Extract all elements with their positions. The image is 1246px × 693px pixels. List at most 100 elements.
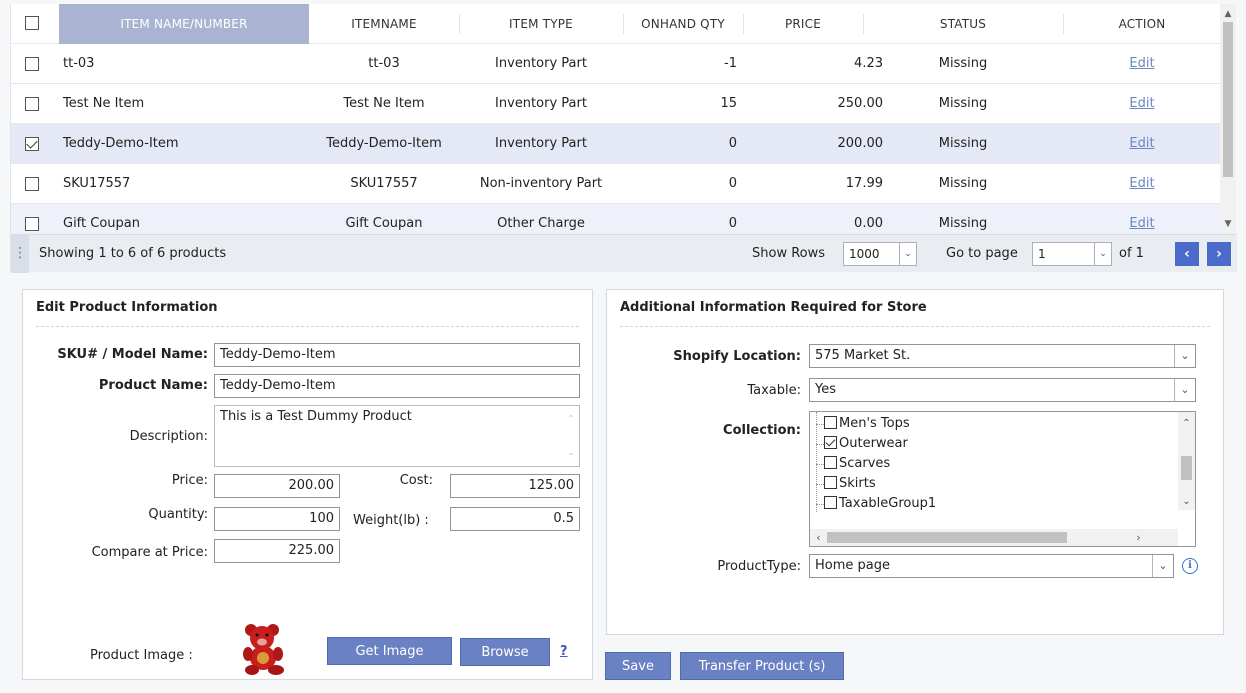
collection-checkbox[interactable] <box>824 416 837 429</box>
get-image-button[interactable]: Get Image <box>327 637 452 665</box>
collection-checkbox[interactable] <box>824 456 837 469</box>
show-rows-select[interactable]: 1000 ⌄ <box>843 242 917 266</box>
table-row[interactable]: Teddy-Demo-Item Teddy-Demo-Item Inventor… <box>11 124 1221 164</box>
scrollbar-thumb[interactable] <box>827 532 1067 543</box>
divider <box>36 326 579 327</box>
row-checkbox[interactable] <box>25 217 39 231</box>
cell-price: 250.00 <box>837 96 884 111</box>
scroll-left-icon[interactable]: ‹ <box>810 529 827 546</box>
compare-at-price-input[interactable]: 225.00 <box>214 539 340 563</box>
collection-item[interactable]: TaxableGroup1 <box>824 494 936 514</box>
sku-input[interactable]: Teddy-Demo-Item <box>214 343 580 367</box>
select-all-checkbox[interactable] <box>25 16 39 30</box>
next-page-button[interactable]: › <box>1207 242 1231 266</box>
textarea-scrollbar[interactable]: ⌃ ⌄ <box>563 406 579 466</box>
cell-status: Missing <box>938 176 988 191</box>
table-row[interactable]: Gift Coupan Gift Coupan Other Charge 0 0… <box>11 204 1221 234</box>
cell-price: 17.99 <box>845 176 883 191</box>
show-rows-label: Show Rows <box>752 246 826 261</box>
save-button[interactable]: Save <box>605 652 671 680</box>
edit-link[interactable]: Edit <box>1129 56 1154 71</box>
scroll-right-icon[interactable]: › <box>1130 529 1147 546</box>
collection-item[interactable]: Scarves <box>824 454 890 474</box>
table-row[interactable]: tt-03 tt-03 Inventory Part -1 4.23 Missi… <box>11 44 1221 84</box>
previous-page-button[interactable]: ‹ <box>1175 242 1199 266</box>
shopify-location-select[interactable]: 575 Market St. ⌄ <box>809 344 1196 368</box>
quantity-input[interactable]: 100 <box>214 507 340 531</box>
collection-checkbox[interactable] <box>824 496 837 509</box>
collection-tree[interactable]: Men's Tops Outerwear Scarves Skirts Taxa… <box>809 411 1196 547</box>
edit-link[interactable]: Edit <box>1129 136 1154 151</box>
transfer-product-button[interactable]: Transfer Product (s) <box>680 652 844 680</box>
price-label: Price: <box>171 473 208 488</box>
column-header-item-type[interactable]: ITEM TYPE <box>459 4 623 44</box>
show-rows-value: 1000 <box>849 247 880 261</box>
column-header-onhand-qty[interactable]: ONHAND QTY <box>623 4 743 44</box>
weight-input[interactable]: 0.5 <box>450 507 580 531</box>
edit-link[interactable]: Edit <box>1129 96 1154 111</box>
cell-onhand-qty: 0 <box>728 176 737 191</box>
cell-itemname: tt-03 <box>368 56 400 71</box>
column-header-status[interactable]: STATUS <box>863 4 1063 44</box>
cell-item-type: Non-inventory Part <box>479 176 603 191</box>
scrollbar-thumb[interactable] <box>1223 22 1233 177</box>
collection-label: Collection: <box>723 423 801 438</box>
edit-link[interactable]: Edit <box>1129 176 1154 191</box>
collection-item-label: TaxableGroup1 <box>839 496 937 511</box>
drag-handle-icon[interactable]: ⋮ <box>11 235 29 273</box>
cell-item-name-number: SKU17557 <box>63 176 131 191</box>
scroll-up-icon[interactable]: ▲ <box>1220 6 1236 22</box>
description-textarea[interactable]: This is a Test Dummy Product ⌃ ⌄ <box>214 405 580 467</box>
column-header-itemname[interactable]: ITEMNAME <box>309 4 459 44</box>
shopify-location-value: 575 Market St. <box>815 348 911 363</box>
collection-item-label: Scarves <box>839 456 891 471</box>
collection-item[interactable]: Skirts <box>824 474 876 494</box>
column-header-action[interactable]: ACTION <box>1063 4 1221 44</box>
price-input[interactable]: 200.00 <box>214 474 340 498</box>
tree-horizontal-scrollbar[interactable]: ‹ › <box>810 529 1178 546</box>
scrollbar-thumb[interactable] <box>1181 456 1192 480</box>
cell-itemname: SKU17557 <box>350 176 418 191</box>
help-link[interactable]: ? <box>560 644 568 659</box>
weight-label: Weight(lb) : <box>353 513 429 528</box>
scroll-up-icon[interactable]: ⌃ <box>1178 418 1195 429</box>
edit-link[interactable]: Edit <box>1129 216 1154 231</box>
collection-checkbox[interactable] <box>824 436 837 449</box>
row-checkbox[interactable] <box>25 97 39 111</box>
scroll-down-icon[interactable]: ⌄ <box>563 448 579 457</box>
info-icon[interactable]: i <box>1182 558 1198 574</box>
product-type-select[interactable]: Home page ⌄ <box>809 554 1174 578</box>
collection-checkbox[interactable] <box>824 476 837 489</box>
scroll-up-icon[interactable]: ⌃ <box>563 414 579 423</box>
scroll-down-icon[interactable]: ⌄ <box>1178 496 1195 507</box>
tree-vertical-scrollbar[interactable]: ⌃ ⌄ <box>1178 412 1195 510</box>
column-header-price[interactable]: PRICE <box>743 4 863 44</box>
go-to-page-select[interactable]: 1 ⌄ <box>1032 242 1112 266</box>
row-checkbox[interactable] <box>25 177 39 191</box>
cost-input[interactable]: 125.00 <box>450 474 580 498</box>
browse-button[interactable]: Browse <box>460 638 550 666</box>
product-name-label: Product Name: <box>98 378 208 393</box>
product-name-input[interactable]: Teddy-Demo-Item <box>214 374 580 398</box>
table-row[interactable]: SKU17557 SKU17557 Non-inventory Part 0 1… <box>11 164 1221 204</box>
column-header-item-name-number[interactable]: ITEM NAME/NUMBER <box>59 4 309 44</box>
collection-item[interactable]: Men's Tops <box>824 414 910 434</box>
cell-item-name-number: tt-03 <box>63 56 95 71</box>
tree-connector <box>816 444 824 445</box>
product-type-label: ProductType: <box>717 559 801 574</box>
collection-item-label: Men's Tops <box>839 416 910 431</box>
grid-vertical-scrollbar[interactable]: ▲ ▼ <box>1220 4 1236 234</box>
cell-price: 200.00 <box>837 136 884 151</box>
row-checkbox[interactable] <box>25 57 39 71</box>
row-checkbox[interactable] <box>25 137 39 151</box>
cell-item-type: Inventory Part <box>495 136 587 151</box>
go-to-page-label: Go to page <box>946 246 1018 261</box>
table-row[interactable]: Test Ne Item Test Ne Item Inventory Part… <box>11 84 1221 124</box>
taxable-select[interactable]: Yes ⌄ <box>809 378 1196 402</box>
compare-at-price-label: Compare at Price: <box>91 545 208 560</box>
chevron-down-icon: ⌄ <box>899 243 916 265</box>
collection-item[interactable]: Outerwear <box>824 434 908 454</box>
scroll-down-icon[interactable]: ▼ <box>1220 216 1236 232</box>
teddy-bear-image <box>243 624 284 675</box>
description-label: Description: <box>129 429 208 444</box>
